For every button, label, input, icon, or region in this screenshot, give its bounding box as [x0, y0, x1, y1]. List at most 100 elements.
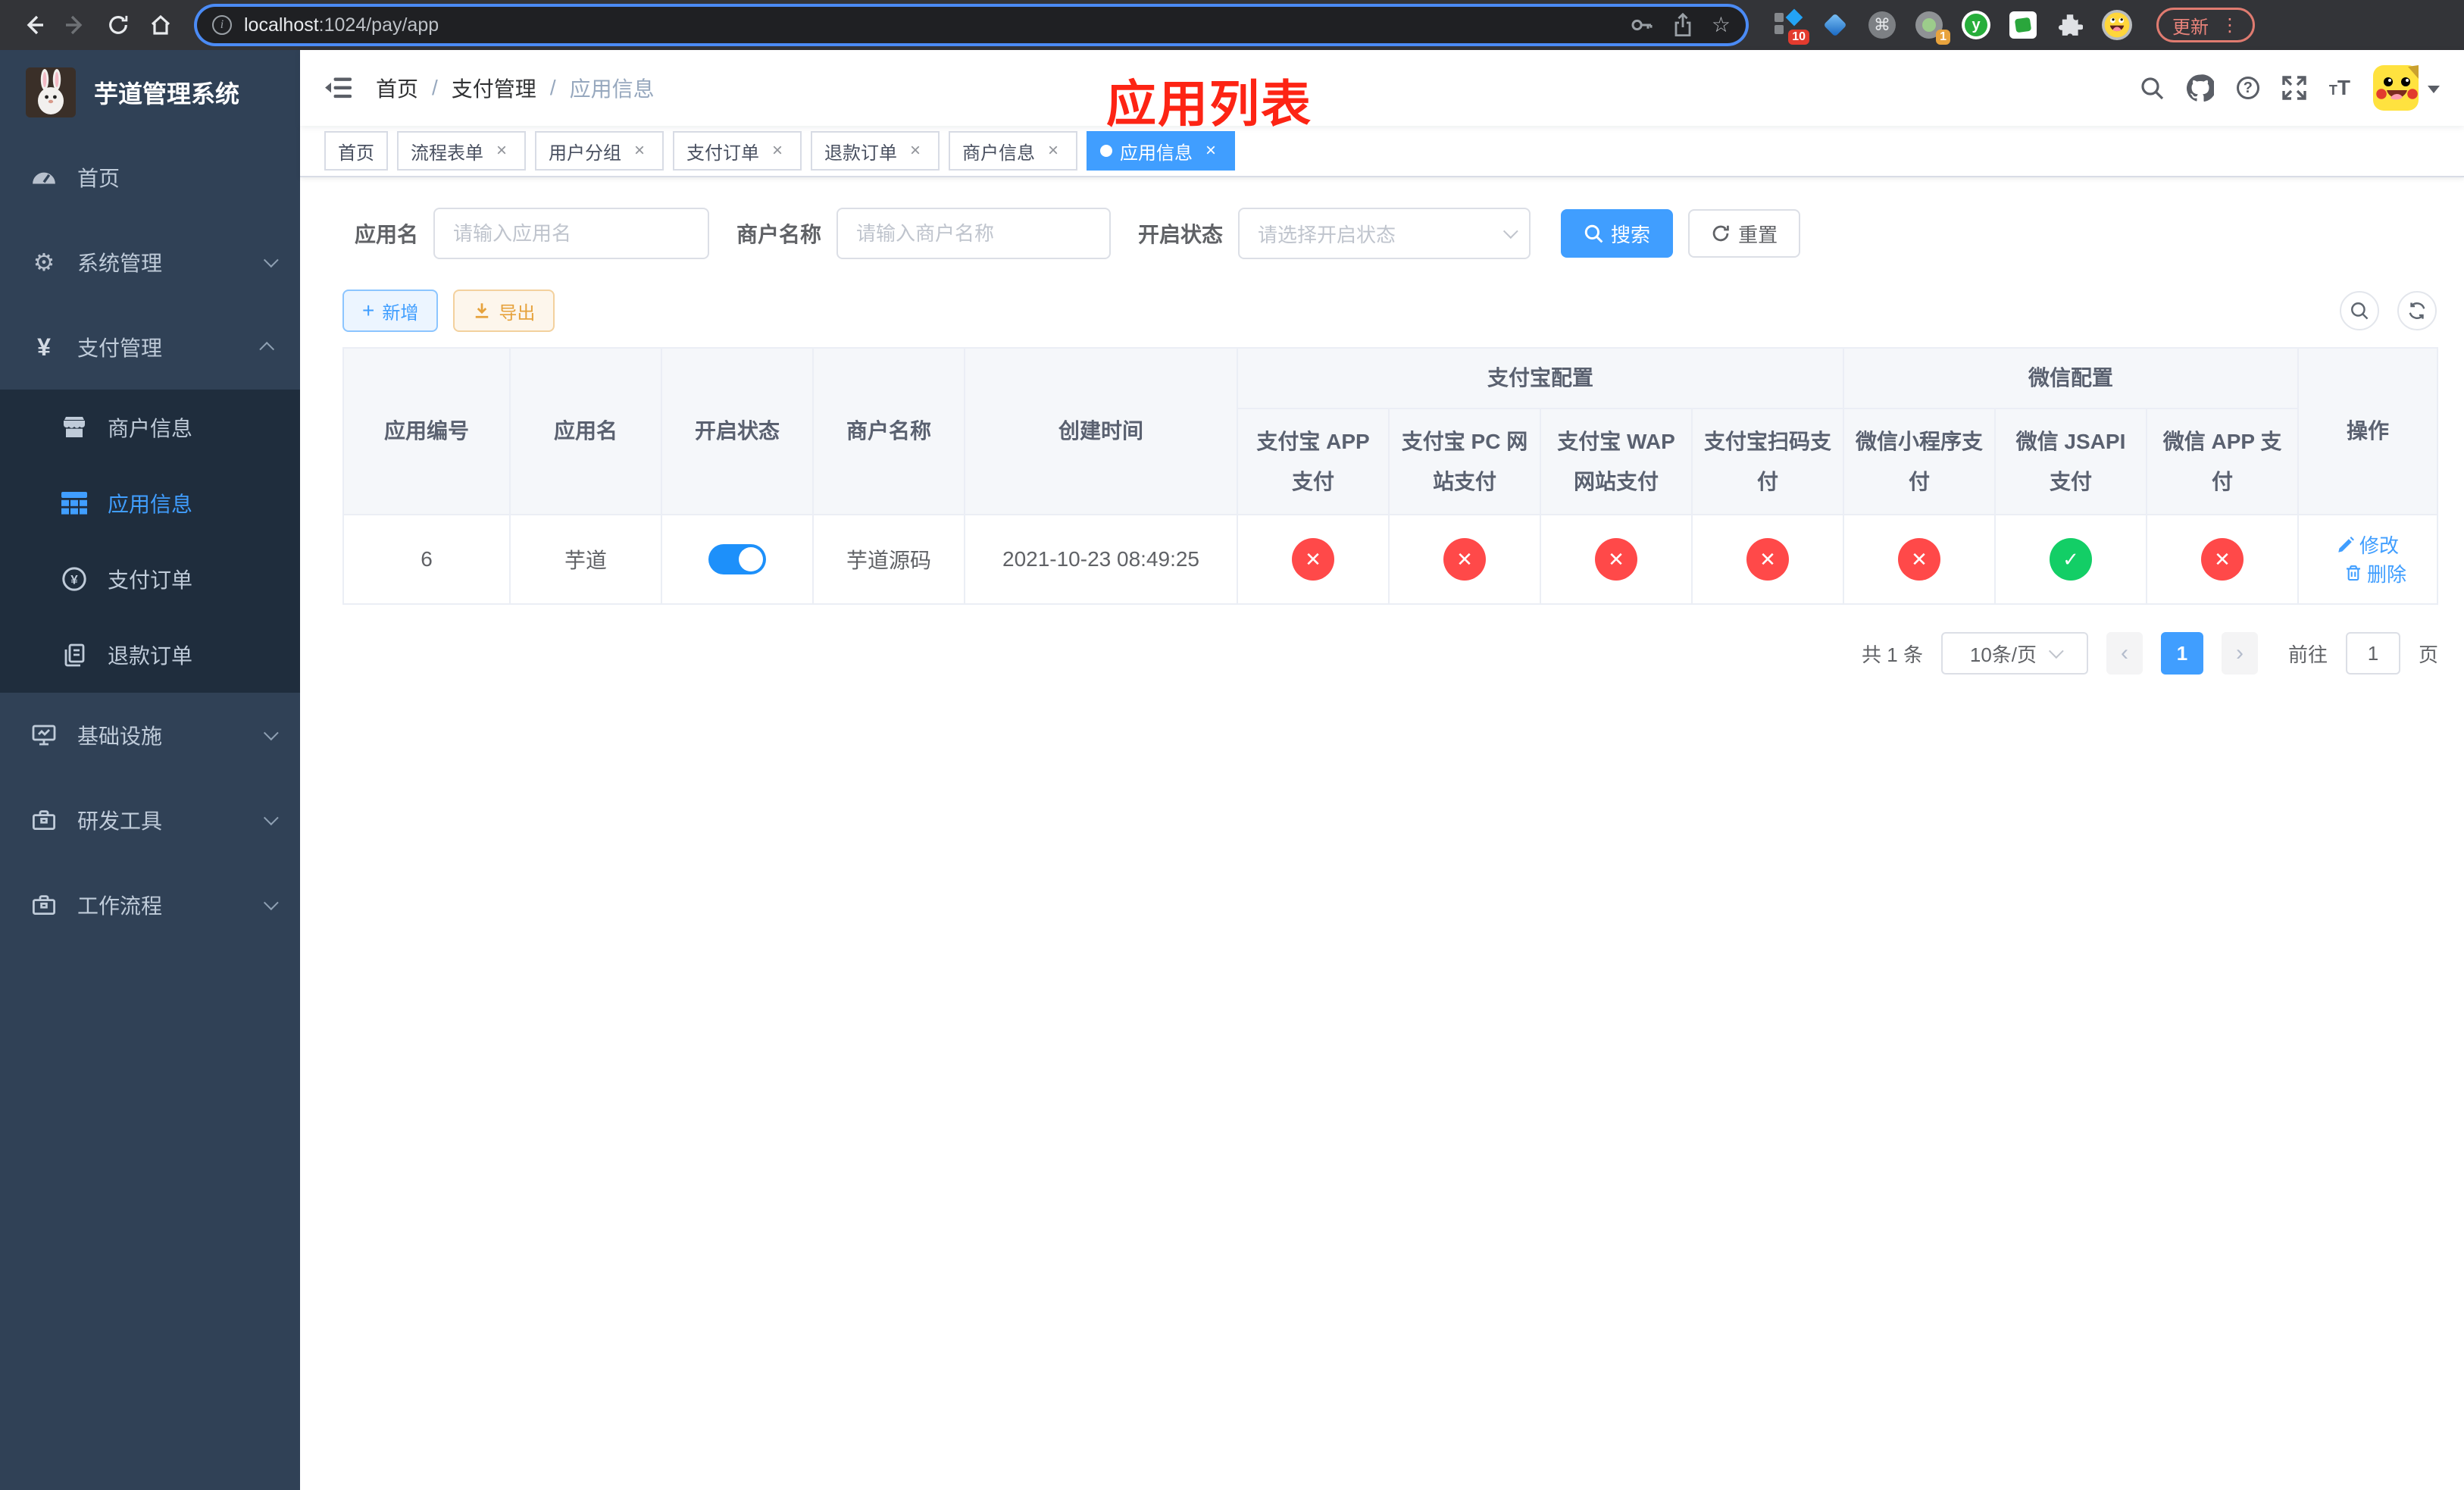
app-name-input[interactable]	[433, 208, 710, 259]
sidebar-item-dev-tools[interactable]: 研发工具	[0, 778, 300, 862]
extension-chat-icon[interactable]	[2008, 10, 2038, 40]
merchant-name-input[interactable]	[836, 208, 1112, 259]
cell-wx-app-status: ✕	[2146, 514, 2300, 605]
sidebar-collapse-button[interactable]	[324, 76, 364, 100]
browser-home-button[interactable]	[142, 7, 179, 43]
fullscreen-icon[interactable]	[2282, 76, 2306, 100]
extension-emoji-icon[interactable]	[2102, 10, 2132, 40]
payment-submenu: 商户信息 应用信息 ¥ 支付订单 退款订单	[0, 390, 300, 693]
extension-gem-icon[interactable]	[1820, 10, 1850, 40]
breadcrumb-separator: /	[432, 76, 438, 99]
refresh-table-button[interactable]	[2397, 291, 2437, 330]
add-button[interactable]: + 新增	[342, 290, 439, 332]
export-button[interactable]: 导出	[453, 290, 555, 332]
password-key-icon[interactable]	[1630, 13, 1654, 37]
extension-y-icon[interactable]: y	[1961, 10, 1991, 40]
extension-command-icon[interactable]: ⌘	[1867, 10, 1897, 40]
close-icon[interactable]: ×	[905, 140, 926, 161]
browser-reload-button[interactable]	[100, 7, 136, 43]
prev-page-button[interactable]: ‹	[2106, 632, 2143, 675]
page-size-select[interactable]: 10条/页	[1940, 632, 2088, 675]
search-icon	[2351, 302, 2369, 320]
col-wx-app: 微信 APP 支付	[2146, 408, 2300, 515]
reset-button-label: 重置	[1738, 223, 1778, 246]
page-size-value: 10条/页	[1969, 643, 2037, 666]
tab-pay-orders[interactable]: 支付订单 ×	[673, 131, 802, 171]
close-icon[interactable]: ×	[767, 140, 788, 161]
sidebar-item-label: 支付管理	[77, 337, 163, 360]
tab-home[interactable]: 首页	[324, 131, 388, 171]
status-select[interactable]: 请选择开启状态	[1238, 208, 1531, 259]
status-icon: ✕	[1746, 538, 1789, 581]
tab-label: 首页	[338, 142, 374, 164]
table-row: 6 芋道 芋道源码 2021-10-23 08:49:25 ✕ ✕ ✕ ✕ ✕ …	[342, 514, 2438, 605]
tab-process-form[interactable]: 流程表单 ×	[397, 131, 526, 171]
col-create-time: 创建时间	[964, 347, 1238, 515]
github-icon[interactable]	[2186, 74, 2214, 102]
plus-icon: +	[362, 299, 375, 322]
bookmark-star-icon[interactable]: ☆	[1712, 14, 1731, 36]
tab-refund-orders[interactable]: 退款订单 ×	[811, 131, 940, 171]
browser-menu-icon[interactable]: ⋮	[2221, 14, 2239, 36]
sidebar-item-home[interactable]: 首页	[0, 135, 300, 220]
sidebar-item-label: 应用信息	[108, 493, 193, 516]
reset-button[interactable]: 重置	[1688, 209, 1801, 258]
show-search-button[interactable]	[2340, 291, 2379, 330]
sidebar-item-payment[interactable]: ¥ 支付管理	[0, 305, 300, 390]
delete-label: 删除	[2367, 562, 2407, 586]
chevron-down-icon	[263, 252, 279, 268]
font-size-icon[interactable]: TT	[2329, 76, 2350, 100]
status-label: 开启状态	[1138, 223, 1224, 246]
command-glyph: ⌘	[1868, 11, 1896, 39]
share-icon[interactable]	[1672, 13, 1693, 37]
table-tools	[2340, 291, 2437, 330]
cell-create-time: 2021-10-23 08:49:25	[964, 514, 1238, 605]
tab-merchant-info[interactable]: 商户信息 ×	[949, 131, 1077, 171]
cell-alipay-wap-status: ✕	[1540, 514, 1693, 605]
page-1-button[interactable]: 1	[2160, 632, 2203, 675]
sidebar-item-workflow[interactable]: 工作流程	[0, 862, 300, 947]
puzzle-glyph	[2058, 14, 2083, 36]
extension-grid-icon[interactable]: 10	[1773, 8, 1809, 45]
browser-back-button[interactable]	[15, 7, 52, 43]
sidebar-item-pay-orders[interactable]: ¥ 支付订单	[0, 541, 300, 617]
refresh-cycle-icon	[2409, 302, 2425, 319]
dashboard-icon	[30, 164, 58, 190]
sidebar-logo[interactable]: 芋道管理系统	[0, 50, 300, 135]
sidebar-item-system[interactable]: ⚙ 系统管理	[0, 220, 300, 305]
tab-app-info[interactable]: 应用信息 ×	[1087, 131, 1235, 171]
pencil-icon	[2338, 536, 2354, 552]
close-icon[interactable]: ×	[629, 140, 650, 161]
user-avatar[interactable]	[2373, 65, 2440, 111]
status-icon: ✕	[1292, 538, 1334, 581]
tab-user-group[interactable]: 用户分组 ×	[535, 131, 664, 171]
search-button[interactable]: 搜索	[1561, 209, 1674, 258]
browser-update-button[interactable]: 更新 ⋮	[2156, 8, 2255, 42]
close-icon[interactable]: ×	[1043, 140, 1064, 161]
status-toggle[interactable]	[708, 544, 766, 574]
extension-puzzle-icon[interactable]	[2055, 10, 2085, 40]
tab-label: 用户分组	[549, 142, 621, 164]
col-alipay-app: 支付宝 APP 支付	[1237, 408, 1390, 515]
trash-icon	[2347, 565, 2360, 581]
edit-link[interactable]: 修改	[2337, 531, 2399, 559]
close-icon[interactable]: ×	[1200, 140, 1221, 161]
sidebar-item-refund-orders[interactable]: 退款订单	[0, 617, 300, 693]
address-bar[interactable]: i localhost:1024/pay/app ☆	[197, 7, 1746, 43]
help-icon[interactable]: ?	[2236, 77, 2259, 99]
goto-page-input[interactable]	[2345, 632, 2400, 675]
close-icon[interactable]: ×	[491, 140, 512, 161]
extension-recorder-icon[interactable]: 1	[1914, 10, 1950, 45]
site-info-icon[interactable]: i	[212, 15, 232, 35]
next-page-button[interactable]: ›	[2221, 632, 2258, 675]
sidebar-item-infrastructure[interactable]: 基础设施	[0, 693, 300, 778]
browser-forward-button[interactable]	[58, 7, 94, 43]
url-text: localhost:1024/pay/app	[244, 14, 439, 36]
delete-link[interactable]: 删除	[2344, 559, 2406, 587]
header-search-button[interactable]	[2140, 76, 2164, 100]
tab-label: 应用信息	[1120, 142, 1193, 164]
breadcrumb-home[interactable]: 首页	[376, 73, 418, 103]
sidebar-item-merchant-info[interactable]: 商户信息	[0, 390, 300, 465]
sidebar-item-app-info[interactable]: 应用信息	[0, 465, 300, 541]
merchant-name-label: 商户名称	[736, 223, 822, 246]
